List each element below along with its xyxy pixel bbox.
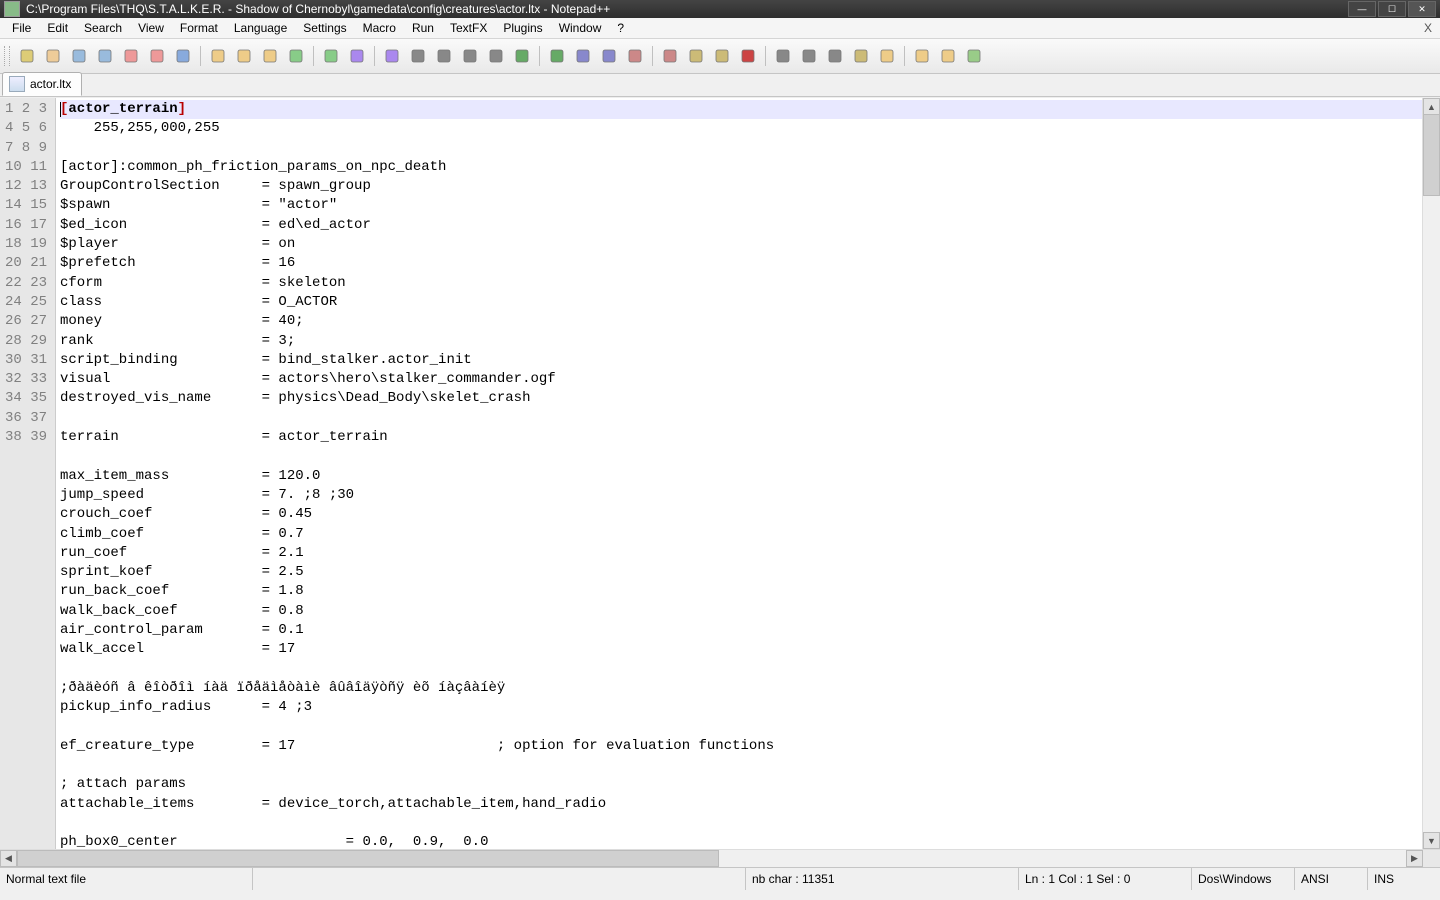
status-chars: nb char : 11351 — [746, 868, 1019, 890]
vertical-scroll-thumb[interactable] — [1423, 114, 1440, 196]
macro-play-button[interactable] — [798, 45, 820, 67]
menu-plugins[interactable]: Plugins — [495, 19, 550, 37]
toolbar-separator — [200, 46, 201, 66]
indent-guide-button[interactable] — [459, 45, 481, 67]
status-spacer — [253, 868, 746, 890]
statusbar: Normal text file nb char : 11351 Ln : 1 … — [0, 867, 1440, 890]
cut-button[interactable] — [207, 45, 229, 67]
toolbar-grip[interactable] — [4, 46, 10, 66]
menubar: File Edit Search View Format Language Se… — [0, 18, 1440, 39]
menu-view[interactable]: View — [130, 19, 172, 37]
toolbar-separator — [904, 46, 905, 66]
macro-stop-button[interactable] — [772, 45, 794, 67]
menu-search[interactable]: Search — [76, 19, 130, 37]
find-in-files-button[interactable] — [685, 45, 707, 67]
status-position: Ln : 1 Col : 1 Sel : 0 — [1019, 868, 1192, 890]
zoom-in-button[interactable] — [511, 45, 533, 67]
maximize-button[interactable]: ☐ — [1378, 1, 1406, 17]
toolbar-separator — [539, 46, 540, 66]
menu-textfx[interactable]: TextFX — [442, 19, 495, 37]
menu-settings[interactable]: Settings — [295, 19, 354, 37]
open-file-button[interactable] — [42, 45, 64, 67]
save-all-button[interactable] — [94, 45, 116, 67]
spell-check-button[interactable] — [876, 45, 898, 67]
status-filetype: Normal text file — [0, 868, 253, 890]
zoom-out-button[interactable] — [546, 45, 568, 67]
tab-label: actor.ltx — [30, 77, 71, 91]
scroll-down-arrow-icon[interactable]: ▼ — [1423, 832, 1440, 849]
find-button[interactable] — [346, 45, 368, 67]
close-file-button[interactable] — [120, 45, 142, 67]
toolbar — [0, 39, 1440, 74]
toolbar-separator — [313, 46, 314, 66]
user-lang-button[interactable] — [485, 45, 507, 67]
toolbar-separator — [765, 46, 766, 66]
scroll-right-arrow-icon[interactable]: ▶ — [1406, 850, 1423, 867]
macro-save-button[interactable] — [850, 45, 872, 67]
menu-edit[interactable]: Edit — [39, 19, 76, 37]
editor-area: 1 2 3 4 5 6 7 8 9 10 11 12 13 14 15 16 1… — [0, 97, 1440, 849]
window-title: C:\Program Files\THQ\S.T.A.L.K.E.R. - Sh… — [26, 2, 1346, 16]
status-encoding: ANSI — [1295, 868, 1368, 890]
menu-format[interactable]: Format — [172, 19, 226, 37]
toolbar-separator — [652, 46, 653, 66]
scroll-left-arrow-icon[interactable]: ◀ — [0, 850, 17, 867]
menu-language[interactable]: Language — [226, 19, 295, 37]
replace-button[interactable] — [381, 45, 403, 67]
macro-record-button[interactable] — [737, 45, 759, 67]
app-icon — [4, 1, 20, 17]
toolbar-separator — [374, 46, 375, 66]
scroll-up-arrow-icon[interactable]: ▲ — [1423, 98, 1440, 115]
status-insert-mode: INS — [1368, 868, 1440, 890]
menu-window[interactable]: Window — [551, 19, 610, 37]
code-area[interactable]: [actor_terrain] 255,255,000,255 [actor]:… — [56, 98, 1422, 849]
horizontal-scroll-track[interactable] — [17, 850, 1406, 867]
toggle-bookmark-button[interactable] — [659, 45, 681, 67]
undo-button[interactable] — [285, 45, 307, 67]
status-eol: Dos\Windows — [1192, 868, 1295, 890]
line-number-gutter[interactable]: 1 2 3 4 5 6 7 8 9 10 11 12 13 14 15 16 1… — [0, 98, 56, 849]
monitor-button[interactable] — [963, 45, 985, 67]
new-file-button[interactable] — [16, 45, 38, 67]
print-button[interactable] — [172, 45, 194, 67]
word-wrap-button[interactable] — [407, 45, 429, 67]
menu-run[interactable]: Run — [404, 19, 442, 37]
vertical-scrollbar[interactable]: ▲ ▼ — [1422, 98, 1440, 849]
sync-h-button[interactable] — [598, 45, 620, 67]
window-controls: — ☐ ✕ — [1346, 1, 1436, 17]
open-folder-button[interactable] — [937, 45, 959, 67]
menu-file[interactable]: File — [4, 19, 39, 37]
save-file-button[interactable] — [68, 45, 90, 67]
toggle-fold-button[interactable] — [624, 45, 646, 67]
close-document-button[interactable]: X — [1416, 21, 1440, 35]
close-button[interactable]: ✕ — [1408, 1, 1436, 17]
tab-actor-ltx[interactable]: actor.ltx — [2, 72, 82, 96]
show-all-button[interactable] — [433, 45, 455, 67]
doc-map-button[interactable] — [911, 45, 933, 67]
menu-macro[interactable]: Macro — [355, 19, 404, 37]
horizontal-scrollbar[interactable]: ◀ ▶ — [0, 849, 1440, 867]
window-titlebar: C:\Program Files\THQ\S.T.A.L.K.E.R. - Sh… — [0, 0, 1440, 18]
paste-button[interactable] — [259, 45, 281, 67]
scroll-corner — [1423, 850, 1440, 867]
macro-multi-button[interactable] — [824, 45, 846, 67]
minimize-button[interactable]: — — [1348, 1, 1376, 17]
sync-v-button[interactable] — [572, 45, 594, 67]
tabbar: actor.ltx — [0, 74, 1440, 97]
menu-help[interactable]: ? — [609, 19, 632, 37]
close-all-button[interactable] — [146, 45, 168, 67]
copy-button[interactable] — [233, 45, 255, 67]
file-icon — [9, 76, 25, 92]
horizontal-scroll-thumb[interactable] — [17, 850, 719, 867]
function-list-button[interactable] — [711, 45, 733, 67]
redo-button[interactable] — [320, 45, 342, 67]
